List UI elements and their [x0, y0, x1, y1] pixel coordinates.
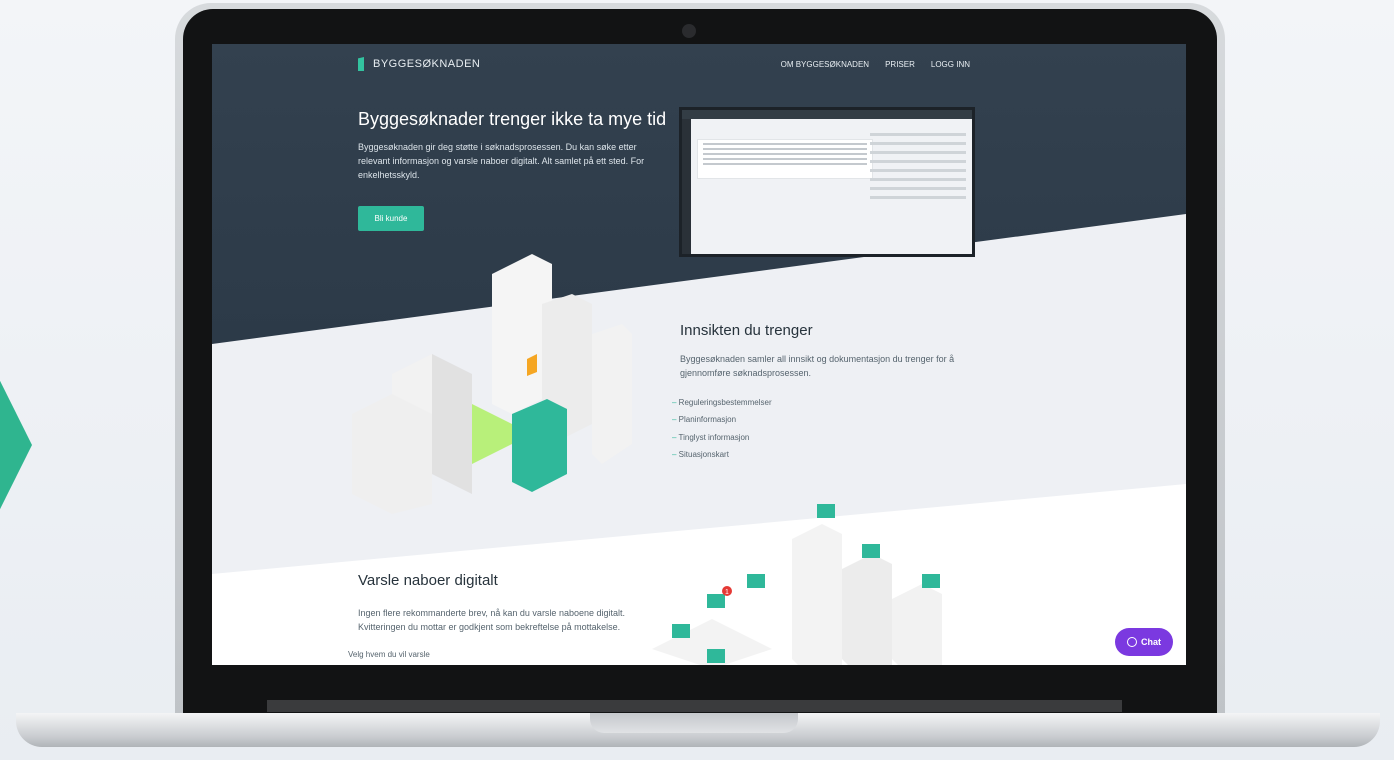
notification-badge-count: 1: [725, 589, 729, 596]
logo-icon: [358, 57, 364, 71]
thumbs-up-icon: [922, 574, 940, 588]
app-preview-panel: [870, 127, 966, 237]
camera-dot: [682, 24, 696, 38]
nav-link-about[interactable]: OM BYGGESØKNADEN: [781, 60, 869, 69]
nav-links: OM BYGGESØKNADEN PRISER LOGG INN: [781, 60, 970, 69]
city-illustration-insight: [352, 254, 632, 514]
insight-title: Innsikten du trenger: [680, 322, 813, 339]
list-item: Planinformasjon: [672, 415, 772, 424]
insight-text: Byggesøknaden samler all innsikt og doku…: [680, 354, 955, 379]
tower: [592, 324, 632, 464]
top-nav: BYGGESØKNADEN OM BYGGESØKNADEN PRISER LO…: [358, 55, 970, 73]
building: [352, 394, 432, 514]
bezel-bottom: [267, 700, 1122, 712]
chat-icon: [1127, 637, 1137, 647]
app-preview-sidebar: [682, 119, 691, 254]
city-illustration-neighbors: 1: [652, 504, 942, 665]
laptop-notch: [590, 713, 798, 733]
tower: [842, 554, 892, 665]
list-item: Tinglyst informasjon: [672, 433, 772, 442]
tower: [892, 584, 942, 665]
app-preview: [679, 107, 975, 257]
mail-icon: [817, 504, 835, 518]
neighbors-first-item: Velg hvem du vil varsle: [348, 650, 430, 659]
mail-icon: [747, 574, 765, 588]
insight-list: Reguleringsbestemmelser Planinformasjon …: [672, 398, 772, 467]
logo[interactable]: BYGGESØKNADEN: [358, 57, 480, 71]
neighbors-text: Ingen flere rekommanderte brev, nå kan d…: [358, 608, 625, 633]
hero-text: Byggesøknaden gir deg støtte i søknadspr…: [358, 142, 645, 180]
list-item: Situasjonskart: [672, 450, 772, 459]
app-preview-table: [697, 139, 873, 179]
app-preview-header: [682, 110, 972, 119]
logo-text: BYGGESØKNADEN: [373, 58, 481, 70]
app-preview-body: [691, 119, 972, 254]
nav-link-prices[interactable]: PRISER: [885, 60, 915, 69]
mail-icon: [672, 624, 690, 638]
chat-bubble-icon: [707, 594, 725, 608]
hero-title: Byggesøknader trenger ikke ta mye tid: [358, 109, 667, 129]
mail-icon: [862, 544, 880, 558]
nav-link-login[interactable]: LOGG INN: [931, 60, 970, 69]
chat-label: Chat: [1141, 637, 1161, 647]
marketing-stage: BYGGESØKNADEN OM BYGGESØKNADEN PRISER LO…: [0, 0, 1394, 760]
building: [432, 354, 472, 494]
chat-button[interactable]: Chat: [1115, 628, 1173, 656]
neighbors-title: Varsle naboer digitalt: [358, 572, 498, 589]
tower: [792, 524, 842, 665]
highlight-building: [512, 399, 567, 492]
list-item: Reguleringsbestemmelser: [672, 398, 772, 407]
become-customer-button[interactable]: Bli kunde: [358, 206, 424, 231]
mail-icon: [707, 649, 725, 663]
laptop-screen: BYGGESØKNADEN OM BYGGESØKNADEN PRISER LO…: [212, 44, 1186, 665]
decorative-arrow: [0, 380, 32, 510]
